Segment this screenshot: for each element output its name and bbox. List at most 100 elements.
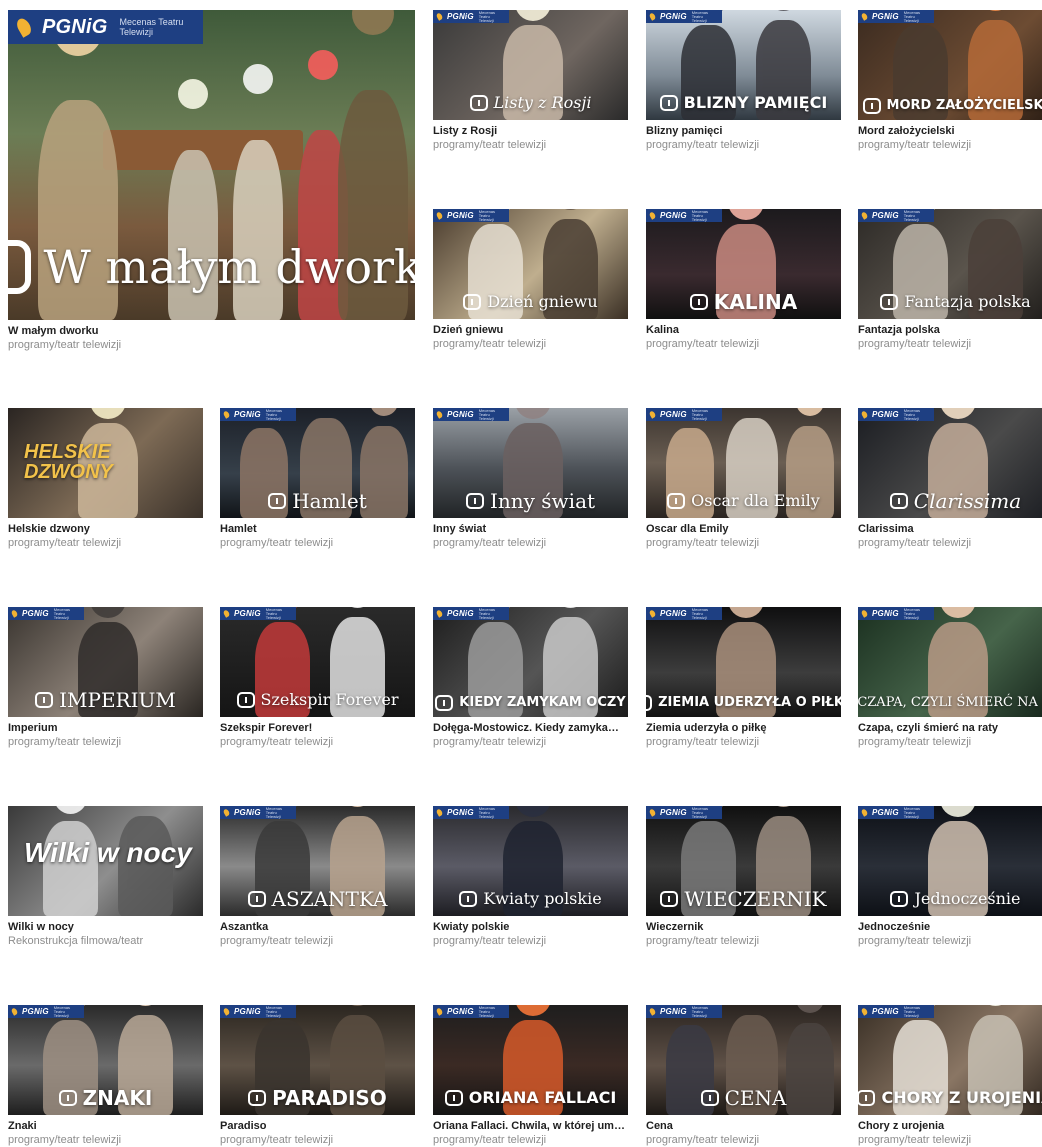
tile-title[interactable]: Chory z urojenia [858,1120,1042,1133]
tile-title[interactable]: Kwiaty polskie [433,921,628,934]
featured-thumbnail[interactable]: PGNiG Mecenas Teatru Telewizji W małym d… [8,10,415,320]
featured-tile[interactable]: PGNiG Mecenas Teatru Telewizji W małym d… [8,10,415,352]
tile-title[interactable]: Wilki w nocy [8,921,203,934]
tile-title[interactable]: Cena [646,1120,841,1133]
tile-thumbnail[interactable]: PGNiG Mecenas Teatru Telewizji ORIANA FALL… [433,1005,628,1115]
tile-thumbnail[interactable]: PGNiG Mecenas Teatru Telewizji CZAPA, CZYL… [858,607,1042,717]
tile-thumbnail[interactable]: PGNiG Mecenas Teatru Telewizji Jednocześni… [858,806,1042,916]
tile-thumbnail[interactable]: PGNiG Mecenas Teatru Telewizji MORD ZAŁOŻY… [858,10,1042,120]
pgnig-flame-icon [435,1007,444,1016]
program-tile[interactable]: PGNiG Mecenas Teatru Telewizji Fantazja po… [858,209,1042,351]
tile-thumbnail[interactable]: PGNiG Mecenas Teatru Telewizji KALINA [646,209,841,319]
tile-title[interactable]: Jednocześnie [858,921,1042,934]
tile-title[interactable]: Hamlet [220,523,415,536]
tile-title[interactable]: Oriana Fallaci. Chwila, w której um… [433,1120,628,1133]
program-tile[interactable]: PGNiG Mecenas Teatru Telewizji ASZANTKA Asz… [220,806,415,948]
tile-thumbnail[interactable]: PGNiG Mecenas Teatru Telewizji Szekspir Fo… [220,607,415,717]
program-tile[interactable]: PGNiG Mecenas Teatru Telewizji MORD ZAŁOŻY… [858,10,1042,152]
tile-title[interactable]: Oscar dla Emily [646,523,841,536]
program-tile[interactable]: PGNiG Mecenas Teatru Telewizji Oscar dla E… [646,408,841,550]
tile-title[interactable]: Mord założycielski [858,125,1042,138]
program-tile[interactable]: PGNiG Mecenas Teatru Telewizji ORIANA FALL… [433,1005,628,1147]
thumbnail-overlay: CZAPA, CZYLI ŚMIERĆ NA RATY [858,695,1042,711]
tile-thumbnail[interactable]: PGNiG Mecenas Teatru Telewizji Fantazja po… [858,209,1042,319]
tile-title[interactable]: Inny świat [433,523,628,536]
tile-thumbnail[interactable]: PGNiG Mecenas Teatru Telewizji Clarissima [858,408,1042,518]
pgnig-flame-icon [860,410,869,419]
thumbnail-overlay: CHORY Z UROJENIA [858,1087,1042,1109]
tile-title[interactable]: Dzień gniewu [433,324,628,337]
program-tile[interactable]: HELSKIE DZWONY Helskie dzwony programy/tea… [8,408,203,550]
tile-thumbnail[interactable]: PGNiG Mecenas Teatru Telewizji ZIEMIA UDER… [646,607,841,717]
program-tile[interactable]: PGNiG Mecenas Teatru Telewizji WIECZERNIK W… [646,806,841,948]
tile-thumbnail[interactable]: Wilki w nocy [8,806,203,916]
sponsor-mecenas: Mecenas Teatru Telewizji [478,209,496,222]
tile-thumbnail[interactable]: PGNiG Mecenas Teatru Telewizji Inny świat [433,408,628,518]
program-tile[interactable]: PGNiG Mecenas Teatru Telewizji Listy z Ros… [433,10,628,152]
tile-title[interactable]: Listy z Rosji [433,125,628,138]
teatr-telewizji-logo-icon [465,493,484,509]
program-tile[interactable]: Wilki w nocy Wilki w nocy Rekonstrukcja fi… [8,806,203,948]
tile-title[interactable]: Wieczernik [646,921,841,934]
tile-thumbnail[interactable]: PGNiG Mecenas Teatru Telewizji Kwiaty pols… [433,806,628,916]
tile-thumbnail[interactable]: PGNiG Mecenas Teatru Telewizji Listy z Ros… [433,10,628,120]
program-tile[interactable]: PGNiG Mecenas Teatru Telewizji Clarissima C… [858,408,1042,550]
sponsor-band: PGNiG Mecenas Teatru Telewizji [433,408,509,421]
tile-thumbnail[interactable]: HELSKIE DZWONY [8,408,203,518]
program-tile[interactable]: PGNiG Mecenas Teatru Telewizji CENA Cena pro… [646,1005,841,1147]
tile-title[interactable]: Szekspir Forever! [220,722,415,735]
sponsor-band: PGNiG Mecenas Teatru Telewizji [8,1005,84,1018]
tile-thumbnail[interactable]: PGNiG Mecenas Teatru Telewizji Oscar dla E… [646,408,841,518]
tile-title[interactable]: Czapa, czyli śmierć na raty [858,722,1042,735]
tile-thumbnail[interactable]: PGNiG Mecenas Teatru Telewizji ZNAKI [8,1005,203,1115]
tile-thumbnail[interactable]: PGNiG Mecenas Teatru Telewizji CHORY Z URO… [858,1005,1042,1115]
tile-thumbnail[interactable]: PGNiG Mecenas Teatru Telewizji KIEDY ZAMYK… [433,607,628,717]
program-tile[interactable]: PGNiG Mecenas Teatru Telewizji KALINA Kalin… [646,209,841,351]
tile-title[interactable]: Dołęga-Mostowicz. Kiedy zamyka… [433,722,628,735]
tile-title[interactable]: Kalina [646,324,841,337]
tile-thumbnail[interactable]: PGNiG Mecenas Teatru Telewizji BLIZNY PAMI… [646,10,841,120]
program-tile[interactable]: PGNiG Mecenas Teatru Telewizji Dzień gniew… [433,209,628,351]
tile-title[interactable]: Blizny pamięci [646,125,841,138]
overlay-title: Fantazja polska [904,292,1031,311]
tile-title[interactable]: Znaki [8,1120,203,1133]
program-tile[interactable]: PGNiG Mecenas Teatru Telewizji ZNAKI Znaki p… [8,1005,203,1147]
thumbnail-overlay: Inny świat [433,490,628,512]
tile-thumbnail[interactable]: PGNiG Mecenas Teatru Telewizji Dzień gniew… [433,209,628,319]
thumbnail-overlay: BLIZNY PAMIĘCI [646,92,841,114]
program-tile[interactable]: PGNiG Mecenas Teatru Telewizji Inny świat I… [433,408,628,550]
program-tile[interactable]: PGNiG Mecenas Teatru Telewizji Kwiaty pols… [433,806,628,948]
teatr-telewizji-logo-icon [469,95,488,111]
tile-title[interactable]: Clarissima [858,523,1042,536]
sponsor-brand: PGNiG [872,1007,899,1016]
tile-title[interactable]: Paradiso [220,1120,415,1133]
overlay-title: ASZANTKA [271,887,388,911]
overlay-title: Wilki w nocy [24,837,192,868]
program-tile[interactable]: PGNiG Mecenas Teatru Telewizji PARADISO Par… [220,1005,415,1147]
overlay-title: Oscar dla Emily [691,491,820,510]
tile-thumbnail[interactable]: PGNiG Mecenas Teatru Telewizji WIECZERNIK [646,806,841,916]
tile-title[interactable]: W małym dworku [8,325,415,338]
thumbnail-overlay: MORD ZAŁOŻYCIELSKI [858,98,1042,114]
tile-title[interactable]: Helskie dzwony [8,523,203,536]
tile-title[interactable]: Imperium [8,722,203,735]
program-tile[interactable]: PGNiG Mecenas Teatru Telewizji KIEDY ZAMYK… [433,607,628,749]
program-tile[interactable]: PGNiG Mecenas Teatru Telewizji Jednocześni… [858,806,1042,948]
program-tile[interactable]: PGNiG Mecenas Teatru Telewizji Szekspir Fo… [220,607,415,749]
program-tile[interactable]: PGNiG Mecenas Teatru Telewizji CHORY Z URO… [858,1005,1042,1147]
program-tile[interactable]: PGNiG Mecenas Teatru Telewizji ZIEMIA UDER… [646,607,841,749]
sponsor-brand: PGNiG [447,808,474,817]
tile-thumbnail[interactable]: PGNiG Mecenas Teatru Telewizji PARADISO [220,1005,415,1115]
tile-thumbnail[interactable]: PGNiG Mecenas Teatru Telewizji Hamlet [220,408,415,518]
tile-title[interactable]: Fantazja polska [858,324,1042,337]
tile-thumbnail[interactable]: PGNiG Mecenas Teatru Telewizji ASZANTKA [220,806,415,916]
program-tile[interactable]: PGNiG Mecenas Teatru Telewizji CZAPA, CZYL… [858,607,1042,749]
tile-title[interactable]: Aszantka [220,921,415,934]
tile-thumbnail[interactable]: PGNiG Mecenas Teatru Telewizji IMPERIUM [8,607,203,717]
program-tile[interactable]: PGNiG Mecenas Teatru Telewizji BLIZNY PAMI… [646,10,841,152]
program-tile[interactable]: PGNiG Mecenas Teatru Telewizji Hamlet Hamle… [220,408,415,550]
tile-title[interactable]: Ziemia uderzyła o piłkę [646,722,841,735]
sponsor-brand: PGNiG [660,12,687,21]
program-tile[interactable]: PGNiG Mecenas Teatru Telewizji IMPERIUM Imp… [8,607,203,749]
tile-thumbnail[interactable]: PGNiG Mecenas Teatru Telewizji CENA [646,1005,841,1115]
